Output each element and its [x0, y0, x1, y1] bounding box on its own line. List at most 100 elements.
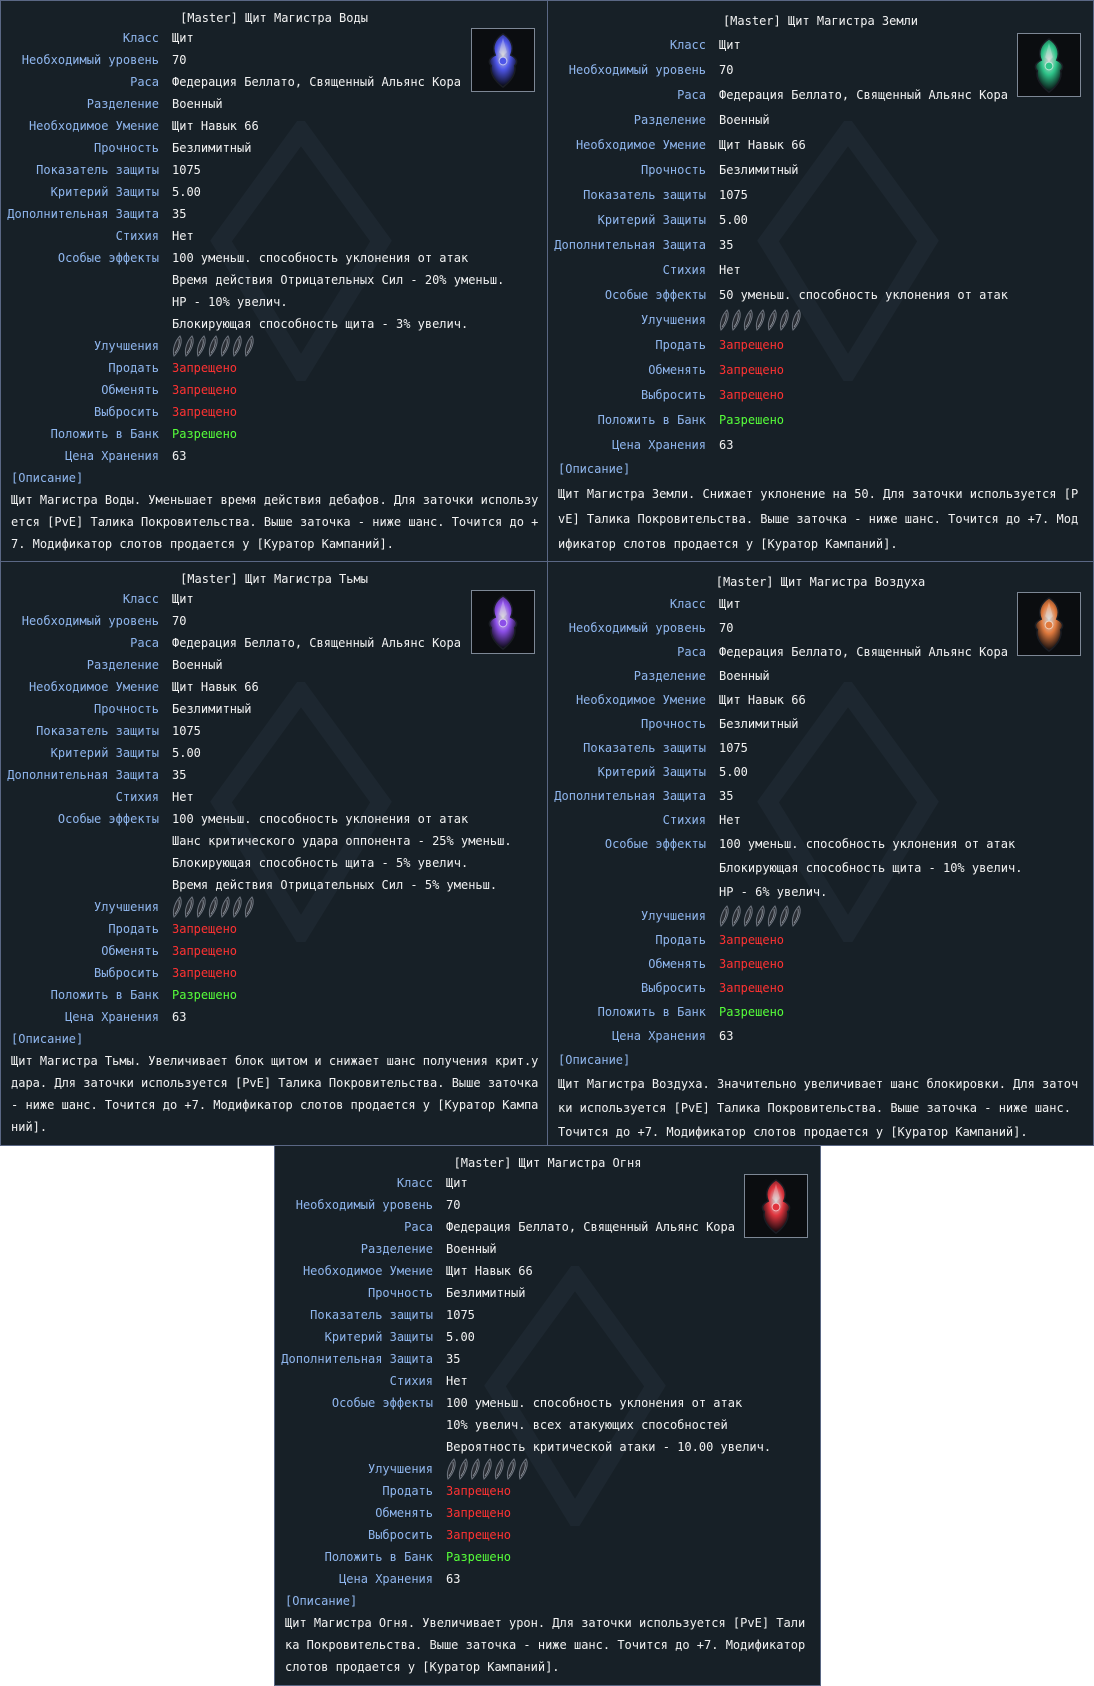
required-level-row: Необходимый уровень 70	[548, 616, 1093, 640]
stats-list: Класс Щит Необходимый уровень 70 Раса Федерац…	[275, 1172, 820, 1678]
special-effect-value: Блокирующая способность щита - 3% увелич…	[172, 317, 469, 331]
element-value: Нет	[719, 813, 741, 827]
category-label: Разделение	[633, 669, 706, 683]
sell-row: Продать Запрещено	[275, 1480, 820, 1502]
extra-defense-label: Дополнительная Защита	[554, 237, 706, 252]
defense-criteria-label: Критерий Защиты	[597, 212, 706, 227]
durability-row: Прочность Безлимитный	[1, 137, 547, 159]
element-row: Стихия Нет	[1, 786, 547, 808]
defense-criteria-value: 5.00	[719, 212, 748, 227]
upgrade-slot-icon	[731, 905, 742, 927]
required-level-value: 70	[719, 621, 734, 635]
defense-row: Показатель защиты 1075	[548, 736, 1093, 760]
race-value: Федерация Беллато, Священный Альянс Кора	[172, 636, 461, 650]
upgrade-slot-icon	[779, 905, 790, 927]
required-level-label: Необходимый уровень	[21, 614, 159, 628]
item-title: [Master] Щит Магистра Земли	[722, 14, 919, 28]
special-effect-label: Особые эффекты	[331, 1396, 433, 1410]
category-label: Разделение	[86, 97, 159, 111]
element-label: Стихия	[115, 229, 159, 243]
upgrade-slot-icon	[767, 905, 778, 927]
defense-criteria-label: Критерий Защиты	[50, 185, 159, 199]
upgrade-slot-icon	[506, 1458, 517, 1480]
defense-label: Показатель защиты	[36, 163, 159, 177]
sell-row: Продать Запрещено	[1, 357, 547, 379]
upgrade-slot-icon	[458, 1458, 469, 1480]
sell-value: Запрещено	[719, 933, 785, 947]
special-effect-row: Время действия Отрицательных Сил - 20% у…	[1, 269, 547, 291]
category-label: Разделение	[360, 1242, 433, 1256]
drop-value: Запрещено	[719, 387, 785, 402]
class-row: Класс Щит	[548, 592, 1093, 616]
item-description: Щит Магистра Воды. Уменьшает время дейст…	[11, 493, 539, 551]
extra-defense-value: 35	[446, 1352, 461, 1366]
defense-row: Показатель защиты 1075	[1, 159, 547, 181]
item-description: Щит Магистра Тьмы. Увеличивает блок щито…	[11, 1054, 539, 1134]
trade-value: Запрещено	[719, 362, 785, 377]
element-row: Стихия Нет	[548, 257, 1093, 282]
category-label: Разделение	[86, 658, 159, 672]
special-effect-value: Вероятность критической атаки - 10.00 ув…	[446, 1440, 772, 1454]
storage-price-value: 63	[719, 437, 734, 452]
item-description: Щит Магистра Земли. Снижает уклонение на…	[558, 487, 1079, 551]
bank-row: Положить в Банк Разрешено	[548, 1000, 1093, 1024]
required-skill-label: Необходимое Умение	[28, 680, 159, 694]
bank-label: Положить в Банк	[50, 427, 159, 441]
special-effect-row: Блокирующая способность щита - 3% увелич…	[1, 313, 547, 335]
bank-value: Разрешено	[172, 988, 238, 1002]
special-effect-row: Вероятность критической атаки - 10.00 ув…	[275, 1436, 820, 1458]
class-value: Щит	[446, 1176, 468, 1190]
trade-value: Запрещено	[446, 1506, 512, 1520]
bank-value: Разрешено	[719, 412, 785, 427]
description-header: [Описание]	[11, 1032, 84, 1046]
class-label: Класс	[669, 37, 706, 52]
special-effect-row: Особые эффекты 100 уменьш. способность ук…	[1, 247, 547, 269]
required-skill-label: Необходимое Умение	[302, 1264, 433, 1278]
upgrade-slot-icon	[719, 905, 730, 927]
race-value: Федерация Беллато, Священный Альянс Кора	[446, 1220, 735, 1234]
bank-label: Положить в Банк	[50, 988, 159, 1002]
item-tooltip: [Master] Щит Магистра Земли Класс Щит Необ…	[547, 0, 1094, 562]
required-level-row: Необходимый уровень 70	[275, 1194, 820, 1216]
extra-defense-value: 35	[719, 237, 734, 252]
upgrades-value	[172, 896, 255, 918]
upgrade-slot-icon	[779, 308, 790, 331]
sell-label: Продать	[655, 933, 706, 947]
drop-label: Выбросить	[93, 966, 159, 980]
drop-value: Запрещено	[719, 981, 785, 995]
class-label: Класс	[669, 597, 706, 611]
upgrade-slot-icon	[731, 308, 742, 331]
required-skill-row: Необходимое Умение Щит Навык 66	[548, 688, 1093, 712]
bank-row: Положить в Банк Разрешено	[548, 407, 1093, 432]
sell-label: Продать	[108, 922, 159, 936]
special-effect-row: Время действия Отрицательных Сил - 5% ум…	[1, 874, 547, 896]
upgrade-slot-icon	[220, 896, 231, 918]
defense-label: Показатель защиты	[36, 724, 159, 738]
special-effect-value: 100 уменьш. способность уклонения от ата…	[446, 1396, 743, 1410]
category-label: Разделение	[633, 112, 706, 127]
extra-defense-value: 35	[719, 789, 734, 803]
special-effect-label: Особые эффекты	[604, 837, 706, 851]
required-skill-row: Необходимое Умение Щит Навык 66	[1, 676, 547, 698]
trade-value: Запрещено	[172, 944, 238, 958]
durability-row: Прочность Безлимитный	[1, 698, 547, 720]
trade-label: Обменять	[101, 944, 159, 958]
defense-label: Показатель защиты	[310, 1308, 433, 1322]
upgrade-slot-icon	[719, 308, 730, 331]
storage-price-row: Цена Хранения 63	[1, 445, 547, 467]
required-skill-row: Необходимое Умение Щит Навык 66	[548, 132, 1093, 157]
upgrade-slot-icon	[470, 1458, 481, 1480]
special-effect-value: 100 уменьш. способность уклонения от ата…	[172, 812, 469, 826]
special-effect-row: Особые эффекты 50 уменьш. способность укл…	[548, 282, 1093, 307]
special-effect-value: 100 уменьш. способность уклонения от ата…	[172, 251, 469, 265]
class-row: Класс Щит	[548, 32, 1093, 57]
category-row: Разделение Военный	[1, 654, 547, 676]
trade-label: Обменять	[375, 1506, 433, 1520]
upgrade-slot-icon	[232, 896, 243, 918]
sell-row: Продать Запрещено	[548, 928, 1093, 952]
durability-value: Безлимитный	[172, 141, 252, 155]
defense-criteria-value: 5.00	[172, 185, 201, 199]
upgrade-slot-icon	[244, 335, 255, 357]
race-value: Федерация Беллато, Священный Альянс Кора	[719, 87, 1008, 102]
storage-price-row: Цена Хранения 63	[1, 1006, 547, 1028]
